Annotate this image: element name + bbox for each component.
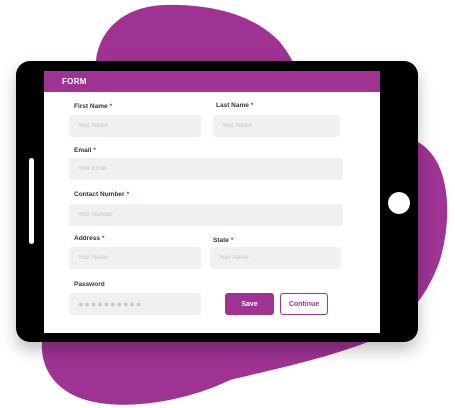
contact-number-input[interactable] (69, 204, 343, 226)
required-marker: * (109, 103, 113, 110)
required-marker: * (93, 147, 96, 154)
email-label: Email * (74, 147, 96, 154)
state-label: State * (213, 237, 234, 244)
address-input[interactable] (69, 247, 201, 269)
address-label: Address * (74, 235, 105, 242)
state-input[interactable] (210, 247, 341, 269)
tablet-screen: FORM First Name* Last Name* Email* Conta… (44, 71, 380, 333)
required-marker: * (126, 191, 130, 198)
form-header: FORM (44, 71, 380, 92)
password-input[interactable] (69, 293, 201, 315)
email-input[interactable] (69, 158, 343, 180)
last-name-label: Last Name * (216, 102, 254, 109)
required-marker: * (102, 235, 105, 242)
continue-button[interactable]: Continue (280, 293, 328, 315)
password-label: Password (74, 281, 105, 288)
save-button[interactable]: Save (225, 293, 274, 315)
tablet-side-slot (29, 158, 34, 244)
tablet-home-button (388, 192, 410, 214)
last-name-input[interactable] (213, 115, 340, 137)
first-name-input[interactable] (69, 115, 201, 137)
first-name-label: First Name * (74, 103, 113, 110)
required-marker: * (250, 102, 254, 109)
contact-number-label: Contact Number * (74, 191, 130, 198)
required-marker: * (230, 237, 234, 244)
